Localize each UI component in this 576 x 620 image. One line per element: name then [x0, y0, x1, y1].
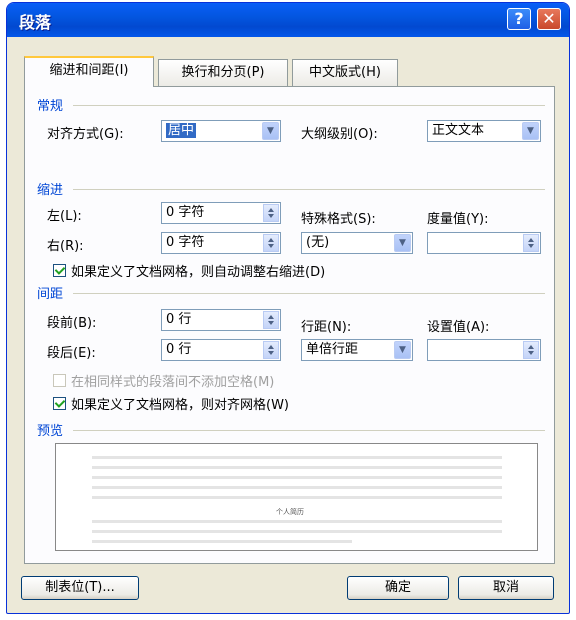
chevron-down-icon[interactable]: ▼ — [394, 234, 411, 252]
no-space-same-style-checkbox[interactable] — [53, 374, 66, 387]
preview-line — [92, 530, 502, 533]
line-spacing-value: 单倍行距 — [306, 342, 359, 357]
outline-level-select[interactable]: 正文文本 ▼ — [427, 120, 541, 142]
chevron-down-icon[interactable]: ▼ — [262, 122, 279, 140]
preview-pane: 个人简历 — [55, 443, 538, 551]
indent-separator — [73, 189, 545, 190]
line-spacing-select[interactable]: 单倍行距 ▼ — [301, 339, 413, 361]
right-indent-value: 0 字符 — [166, 235, 205, 250]
section-general-heading: 常规 — [37, 99, 64, 114]
alignment-label: 对齐方式(G): — [47, 127, 124, 142]
help-button[interactable]: ? — [507, 8, 531, 30]
snap-to-grid-checkbox[interactable] — [53, 397, 66, 410]
left-indent-value: 0 字符 — [166, 205, 205, 220]
by-label: 度量值(Y): — [427, 212, 489, 227]
title-bar[interactable]: 段落 ? ✕ — [7, 3, 569, 37]
line-spacing-label: 行距(N): — [301, 320, 352, 335]
preview-line — [92, 496, 502, 499]
spinner-icon[interactable] — [523, 341, 539, 359]
preview-line — [92, 486, 502, 489]
chevron-down-icon[interactable]: ▼ — [394, 341, 411, 359]
spacing-after-input[interactable]: 0 行 — [161, 339, 281, 361]
alignment-select[interactable]: 居中 ▼ — [161, 120, 281, 142]
tab-asian-typography[interactable]: 中文版式(H) — [292, 59, 398, 86]
spinner-icon[interactable] — [263, 234, 279, 252]
close-button[interactable]: ✕ — [537, 8, 561, 30]
left-indent-input[interactable]: 0 字符 — [161, 202, 281, 224]
preview-line — [92, 520, 502, 523]
spinner-icon[interactable] — [263, 204, 279, 222]
section-preview-heading: 预览 — [37, 424, 64, 439]
outline-level-label: 大纲级别(O): — [301, 127, 378, 142]
snap-to-grid-label[interactable]: 如果定义了文档网格，则对齐网格(W) — [71, 394, 289, 413]
at-input[interactable] — [427, 339, 541, 361]
special-indent-label: 特殊格式(S): — [301, 212, 376, 227]
spinner-icon[interactable] — [263, 311, 279, 329]
spacing-after-value: 0 行 — [166, 342, 192, 357]
alignment-value: 居中 — [166, 123, 197, 138]
auto-adjust-indent-checkbox[interactable] — [53, 264, 66, 277]
spacing-after-label: 段后(E): — [47, 346, 96, 361]
cancel-button[interactable]: 取消 — [458, 576, 554, 600]
tabs-button[interactable]: 制表位(T)... — [21, 576, 139, 600]
preview-separator — [73, 430, 545, 431]
ok-button[interactable]: 确定 — [347, 576, 449, 600]
right-indent-label: 右(R): — [47, 239, 84, 254]
tab-line-page-breaks[interactable]: 换行和分页(P) — [158, 59, 288, 86]
preview-sample-text: 个人简历 — [276, 508, 304, 516]
auto-adjust-indent-label[interactable]: 如果定义了文档网格，则自动调整右缩进(D) — [71, 261, 325, 280]
left-indent-label: 左(L): — [47, 209, 82, 224]
right-indent-input[interactable]: 0 字符 — [161, 232, 281, 254]
spinner-icon[interactable] — [263, 341, 279, 359]
paragraph-dialog: 段落 ? ✕ 缩进和间距(I) 换行和分页(P) 中文版式(H) 常规 对齐方式… — [6, 2, 570, 614]
general-separator — [73, 105, 545, 106]
preview-line — [92, 540, 352, 543]
preview-line — [92, 456, 502, 459]
by-input[interactable] — [427, 232, 541, 254]
tab-indents-spacing[interactable]: 缩进和间距(I) — [24, 56, 154, 87]
chevron-down-icon[interactable]: ▼ — [522, 122, 539, 140]
special-indent-select[interactable]: (无) ▼ — [301, 232, 413, 254]
preview-line — [92, 476, 502, 479]
special-indent-value: (无) — [306, 235, 330, 250]
dialog-title: 段落 — [19, 13, 52, 32]
section-spacing-heading: 间距 — [37, 287, 64, 302]
no-space-same-style-label[interactable]: 在相同样式的段落间不添加空格(M) — [71, 371, 274, 390]
spacing-before-input[interactable]: 0 行 — [161, 309, 281, 331]
section-indent-heading: 缩进 — [37, 183, 64, 198]
spinner-icon[interactable] — [523, 234, 539, 252]
outline-level-value: 正文文本 — [432, 123, 485, 138]
spacing-before-label: 段前(B): — [47, 316, 97, 331]
spacing-separator — [73, 293, 545, 294]
spacing-before-value: 0 行 — [166, 312, 192, 327]
preview-line — [92, 466, 502, 469]
at-label: 设置值(A): — [427, 320, 490, 335]
